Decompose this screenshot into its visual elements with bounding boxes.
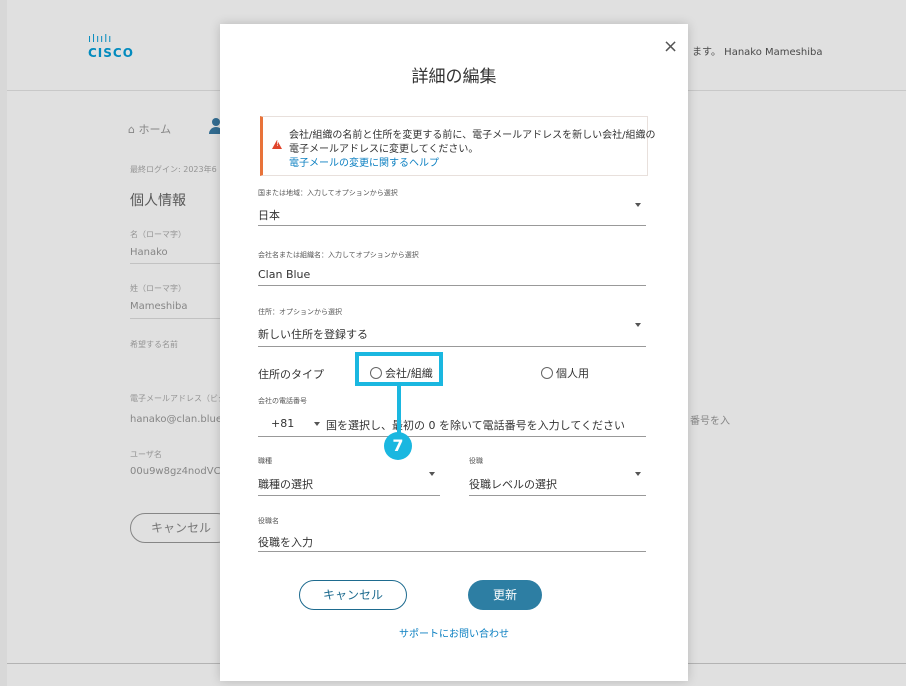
job-category-label: 職種 [258, 457, 272, 465]
country-label: 国または地域：入力してオプションから選択 [258, 189, 398, 197]
alert-line-1: 会社/組織の名前と住所を変更する前に、電子メールアドレスを新しい会社/組織の [289, 130, 656, 141]
warning-glyph: ! [276, 140, 279, 148]
job-title-input[interactable]: 役職を入力 [258, 534, 313, 550]
chevron-down-icon [314, 422, 320, 426]
callout-highlight [355, 352, 443, 386]
phone-label: 会社の電話番号 [258, 397, 307, 405]
update-button[interactable]: 更新 [468, 580, 542, 610]
warning-alert: ! 会社/組織の名前と住所を変更する前に、電子メールアドレスを新しい会社/組織の… [260, 116, 655, 176]
cancel-button[interactable]: キャンセル [299, 580, 407, 610]
email-change-help-link[interactable]: 電子メールの変更に関するヘルプ [289, 154, 439, 169]
chevron-down-icon [635, 323, 641, 327]
chevron-down-icon [635, 472, 641, 476]
edit-details-modal: × 詳細の編集 ! 会社/組織の名前と住所を変更する前に、電子メールアドレスを新… [220, 24, 688, 681]
callout-badge: 7 [384, 432, 412, 460]
radio-personal[interactable] [541, 367, 553, 379]
country-underline [258, 225, 646, 226]
modal-title: 詳細の編集 [411, 67, 497, 87]
address-type-label: 住所のタイプ [258, 368, 324, 381]
country-select[interactable]: 日本 [258, 207, 280, 223]
close-icon[interactable]: × [663, 38, 678, 56]
chevron-down-icon [635, 203, 641, 207]
job-category-select[interactable]: 職種の選択 [258, 476, 313, 492]
job-category-underline [258, 495, 440, 496]
phone-underline [258, 436, 646, 437]
contact-support-link[interactable]: サポートにお問い合わせ [220, 625, 688, 640]
phone-input[interactable]: 国を選択し、最初の 0 を除いて電話番号を入力してください [326, 417, 625, 433]
job-title-underline [258, 551, 646, 552]
radio-personal-label[interactable]: 個人用 [556, 365, 589, 381]
job-level-label: 役職 [469, 457, 483, 465]
job-level-select[interactable]: 役職レベルの選択 [469, 476, 557, 492]
company-label: 会社名または組織名：入力してオプションから選択 [258, 251, 419, 259]
company-underline [258, 285, 646, 286]
job-title-label: 役職名 [258, 517, 279, 525]
address-label: 住所：オプションから選択 [258, 308, 342, 316]
company-input[interactable]: Clan Blue [258, 268, 310, 281]
alert-line-2: 電子メールアドレスに変更してください。 [289, 144, 479, 155]
chevron-down-icon [429, 472, 435, 476]
address-underline [258, 346, 646, 347]
job-level-underline [469, 495, 646, 496]
address-select[interactable]: 新しい住所を登録する [258, 326, 368, 342]
country-code-select[interactable]: +81 [271, 417, 294, 430]
callout-connector [397, 386, 401, 434]
